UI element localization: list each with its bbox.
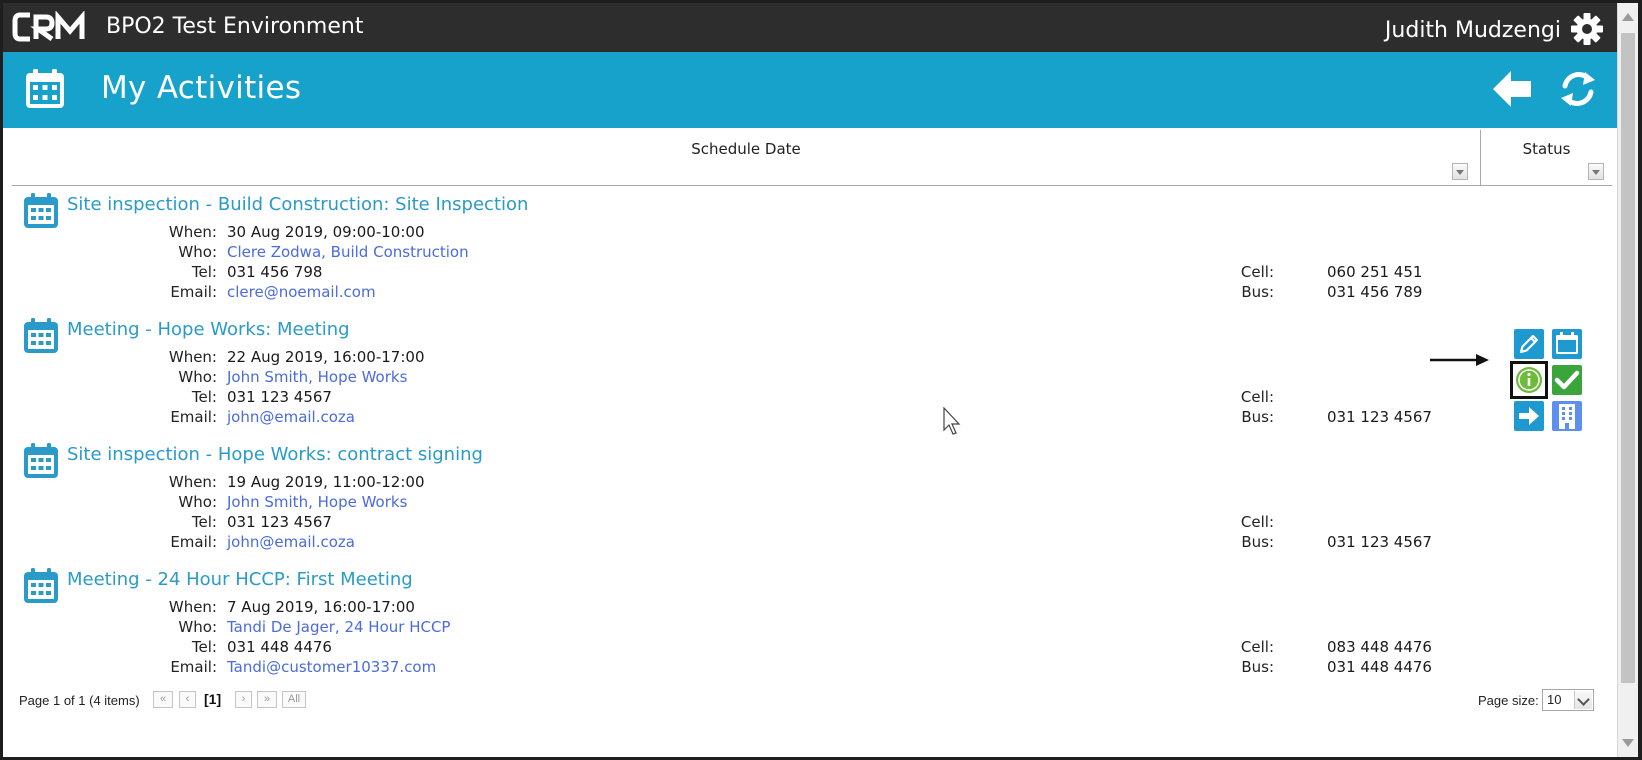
tel-label: Tel: xyxy=(191,388,217,406)
cell-label: Cell: xyxy=(1240,513,1274,531)
when-label: When: xyxy=(168,223,217,241)
arrow-right-icon[interactable] xyxy=(1514,401,1544,431)
who-label: Who: xyxy=(178,243,217,261)
calendar-icon xyxy=(24,568,58,603)
when-value: 19 Aug 2019, 11:00-12:00 xyxy=(227,473,425,491)
pointer-arrow-icon xyxy=(1430,354,1489,366)
activity-row: Meeting - Hope Works: Meeting When: 22 A… xyxy=(22,311,1612,436)
who-link[interactable]: Clere Zodwa, Build Construction xyxy=(227,243,469,261)
crm-logo-icon xyxy=(12,11,85,42)
pager-prev-button[interactable]: ‹ xyxy=(179,691,196,708)
building-icon[interactable] xyxy=(1552,401,1582,431)
activity-row: Meeting - 24 Hour HCCP: First Meeting Wh… xyxy=(22,561,1612,686)
who-link[interactable]: Tandi De Jager, 24 Hour HCCP xyxy=(227,618,450,636)
bus-value: 031 123 4567 xyxy=(1327,533,1432,551)
refresh-icon[interactable] xyxy=(1555,66,1601,112)
cell-label: Cell: xyxy=(1240,638,1274,656)
pager-first-button[interactable]: « xyxy=(153,691,173,708)
status-filter-button[interactable] xyxy=(1588,163,1604,180)
info-icon-highlight xyxy=(1510,361,1548,399)
activity-title-link[interactable]: Meeting - Hope Works: Meeting xyxy=(67,319,350,340)
when-label: When: xyxy=(168,348,217,366)
top-bar: BPO2 Test Environment Judith Mudzengi xyxy=(3,3,1617,52)
pager-info: Page 1 of 1 (4 items) xyxy=(19,693,140,708)
cell-label: Cell: xyxy=(1240,263,1274,281)
vertical-scrollbar[interactable] xyxy=(1617,3,1638,757)
email-label: Email: xyxy=(170,658,217,676)
tel-label: Tel: xyxy=(191,513,217,531)
email-label: Email: xyxy=(170,283,217,301)
page-size-label: Page size: xyxy=(1478,693,1539,708)
pager-last-button[interactable]: » xyxy=(257,691,277,708)
bus-value: 031 456 789 xyxy=(1327,283,1423,301)
who-label: Who: xyxy=(178,618,217,636)
pager-next-button[interactable]: › xyxy=(235,691,252,708)
tel-value: 031 448 4476 xyxy=(227,638,332,656)
bus-label: Bus: xyxy=(1241,658,1274,676)
activity-row: Site inspection - Hope Works: contract s… xyxy=(22,436,1612,561)
activity-title-link[interactable]: Site inspection - Hope Works: contract s… xyxy=(67,444,483,465)
when-value: 22 Aug 2019, 16:00-17:00 xyxy=(227,348,425,366)
chevron-down-icon[interactable] xyxy=(1574,691,1592,709)
bus-value: 031 123 4567 xyxy=(1327,408,1432,426)
calendar-icon xyxy=(24,193,58,228)
page-size-select[interactable]: 10 xyxy=(1542,689,1594,711)
email-link[interactable]: john@email.coza xyxy=(227,533,355,551)
tel-label: Tel: xyxy=(191,638,217,656)
email-link[interactable]: john@email.coza xyxy=(227,408,355,426)
who-label: Who: xyxy=(178,493,217,511)
cell-label: Cell: xyxy=(1240,388,1274,406)
activity-title-link[interactable]: Meeting - 24 Hour HCCP: First Meeting xyxy=(67,569,413,590)
bus-label: Bus: xyxy=(1241,533,1274,551)
bus-label: Bus: xyxy=(1241,408,1274,426)
scroll-down-icon[interactable] xyxy=(1622,739,1634,747)
email-link[interactable]: Tandi@customer10337.com xyxy=(227,658,436,676)
grid-header: Schedule Date Status xyxy=(12,130,1612,186)
calendar-icon xyxy=(26,69,64,108)
page-title: My Activities xyxy=(101,70,302,106)
page-size-value: 10 xyxy=(1547,692,1562,707)
pencil-icon[interactable] xyxy=(1514,329,1544,359)
tel-label: Tel: xyxy=(191,263,217,281)
environment-title: BPO2 Test Environment xyxy=(106,14,364,39)
scroll-up-icon[interactable] xyxy=(1622,13,1634,21)
activity-title-link[interactable]: Site inspection - Build Construction: Si… xyxy=(67,194,528,215)
bus-value: 031 448 4476 xyxy=(1327,658,1432,676)
email-label: Email: xyxy=(170,408,217,426)
when-value: 30 Aug 2019, 09:00-10:00 xyxy=(227,223,425,241)
column-status[interactable]: Status xyxy=(1481,130,1612,186)
activity-row: Site inspection - Build Construction: Si… xyxy=(22,186,1612,311)
user-name[interactable]: Judith Mudzengi xyxy=(1385,18,1561,43)
who-link[interactable]: John Smith, Hope Works xyxy=(227,493,407,511)
scroll-thumb[interactable] xyxy=(1621,33,1635,683)
tel-value: 031 123 4567 xyxy=(227,513,332,531)
column-schedule-date[interactable]: Schedule Date xyxy=(12,130,1481,186)
column-schedule-date-label: Schedule Date xyxy=(691,140,801,158)
when-value: 7 Aug 2019, 16:00-17:00 xyxy=(227,598,415,616)
gear-icon[interactable] xyxy=(1570,12,1604,46)
row-action-tools xyxy=(1510,321,1586,431)
when-label: When: xyxy=(168,598,217,616)
pager-current-page[interactable]: [1] xyxy=(204,691,221,707)
when-label: When: xyxy=(168,473,217,491)
pager-all-button[interactable]: All xyxy=(282,691,306,708)
email-link[interactable]: clere@noemail.com xyxy=(227,283,376,301)
column-status-label: Status xyxy=(1522,140,1571,158)
schedule-date-filter-button[interactable] xyxy=(1452,163,1468,180)
email-label: Email: xyxy=(170,533,217,551)
cell-value: 083 448 4476 xyxy=(1327,638,1432,656)
who-label: Who: xyxy=(178,368,217,386)
calendar-icon[interactable] xyxy=(1552,329,1582,359)
who-link[interactable]: John Smith, Hope Works xyxy=(227,368,407,386)
page-header: My Activities xyxy=(3,52,1617,128)
mouse-cursor-icon xyxy=(943,407,961,435)
cell-value: 060 251 451 xyxy=(1327,263,1423,281)
check-icon[interactable] xyxy=(1552,365,1582,395)
back-arrow-icon[interactable] xyxy=(1489,66,1535,112)
calendar-icon xyxy=(24,443,58,478)
calendar-icon xyxy=(24,318,58,353)
bus-label: Bus: xyxy=(1241,283,1274,301)
tel-value: 031 123 4567 xyxy=(227,388,332,406)
tel-value: 031 456 798 xyxy=(227,263,323,281)
